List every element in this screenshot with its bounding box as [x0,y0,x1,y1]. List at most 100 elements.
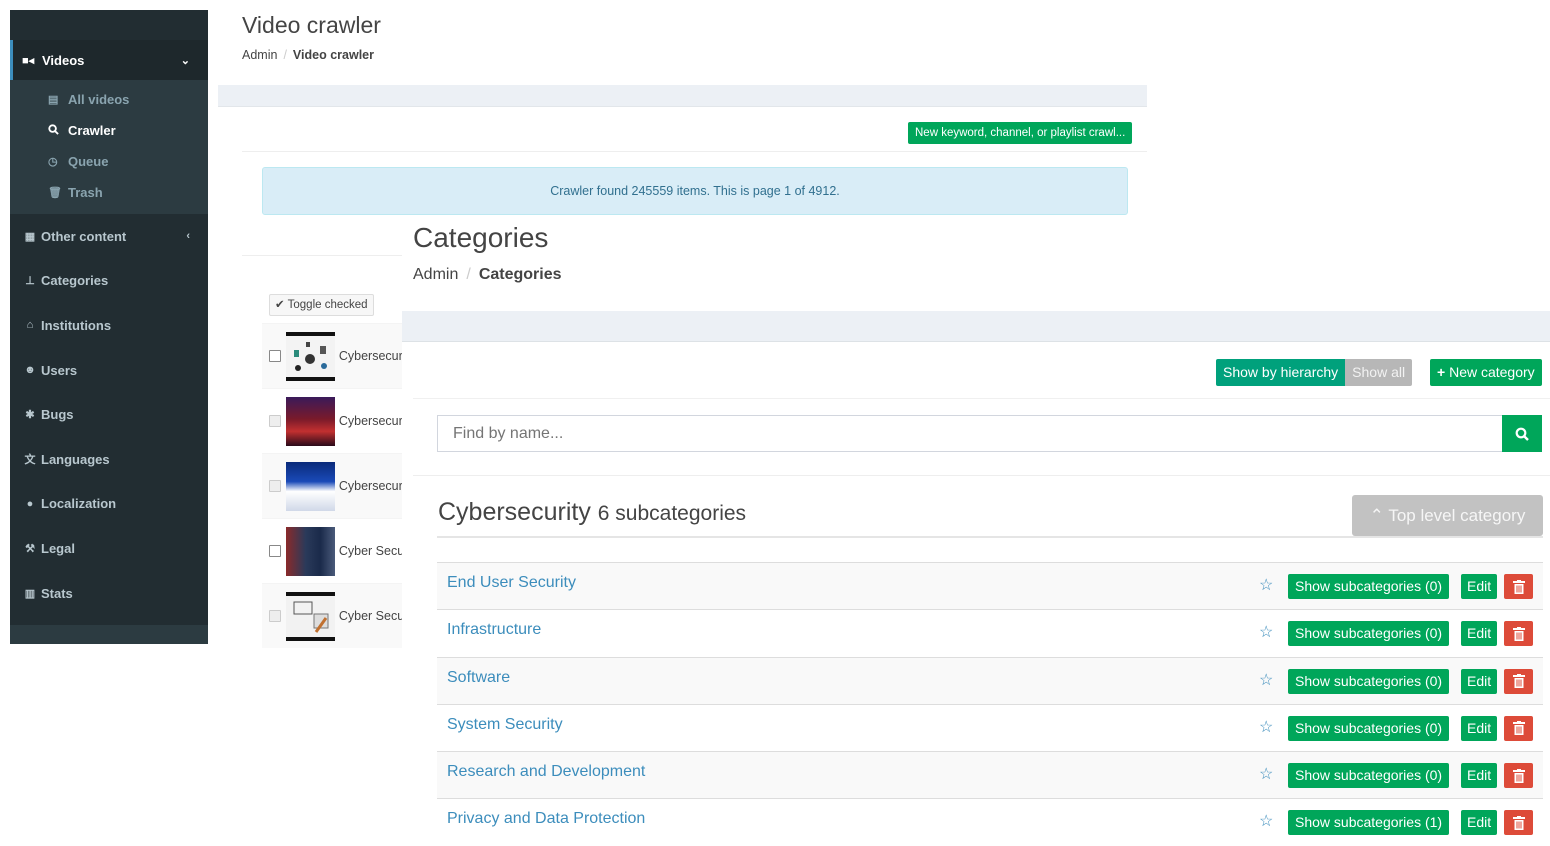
new-category-button[interactable]: + New category [1430,359,1542,386]
sidebar-item-users[interactable]: ☻ Users [10,348,208,393]
sidebar-top-strip [10,10,208,40]
show-subcategories-button[interactable]: Show subcategories (0) [1288,621,1450,647]
category-link[interactable]: Privacy and Data Protection [447,810,645,828]
row-checkbox[interactable] [269,350,281,362]
trash-icon [1512,768,1525,783]
row-checkbox[interactable] [269,545,281,557]
sidebar-item-stats[interactable]: ▥ Stats [10,571,208,616]
category-link[interactable]: End User Security [447,574,576,592]
subcategory-count: 6 subcategories [597,502,747,525]
delete-button[interactable] [1504,810,1533,836]
edit-button[interactable]: Edit [1461,668,1498,694]
trash-icon [1512,674,1525,689]
newspaper-icon: ▦ [24,230,36,243]
category-link[interactable]: Software [447,669,510,687]
edit-button[interactable]: Edit [1461,763,1498,789]
gavel-icon: ⚒ [25,542,35,555]
sidebar-item-languages[interactable]: 文 Languages [10,437,208,482]
divider [413,398,1550,399]
globe-icon: ● [26,497,34,510]
sidebar-item-categories[interactable]: ⊥ Categories [10,259,208,304]
divider [413,475,1550,476]
sidebar: ■◂ Videos ⌄ ▤ All videos Crawler ◷ Queue… [10,10,208,644]
search-input[interactable] [437,415,1503,452]
sidebar-item-legal[interactable]: ⚒ Legal [10,526,208,571]
top-level-category-button[interactable]: ⌃ Top level category [1352,495,1543,536]
users-icon: ☻ [24,364,36,377]
video-title: Cyber Security [338,609,402,623]
list-item[interactable]: Cybersecurity [262,388,402,453]
table-row: Privacy and Data Protection ☆ Show subca… [437,798,1543,846]
star-icon[interactable]: ☆ [1259,622,1273,642]
row-checkbox[interactable] [269,610,281,622]
category-link[interactable]: Research and Development [447,763,645,781]
show-subcategories-button[interactable]: Show subcategories (0) [1288,574,1450,599]
show-subcategories-button[interactable]: Show subcategories (0) [1288,763,1450,789]
delete-button[interactable] [1504,715,1533,741]
chevron-left-icon: ‹ [186,230,190,243]
list-item[interactable]: Cyber Security [262,583,402,648]
crawler-alert: Crawler found 245559 items. This is page… [262,167,1128,215]
parent-category-name: Cybersecurity [438,498,591,526]
toggle-checked-label: Toggle checked [287,299,368,311]
show-by-hierarchy-button[interactable]: Show by hierarchy [1216,359,1346,386]
sidebar-sub-queue[interactable]: ◷ Queue [10,146,208,177]
toggle-checked-button[interactable]: ✔ Toggle checked [269,294,374,316]
sidebar-sub-label: All videos [68,92,130,107]
row-checkbox[interactable] [269,415,281,427]
video-title: Cybersecurity [338,414,402,428]
list-item[interactable]: Cybersecurity [262,323,402,388]
show-subcategories-button[interactable]: Show subcategories (1) [1288,810,1450,836]
breadcrumb-root[interactable]: Admin [413,266,458,283]
delete-button[interactable] [1504,621,1533,647]
edit-button[interactable]: Edit [1461,574,1498,599]
divider [242,255,402,256]
delete-button[interactable] [1504,668,1533,694]
show-subcategories-button[interactable]: Show subcategories (0) [1288,668,1450,694]
star-icon[interactable]: ☆ [1259,670,1273,690]
sidebar-item-label: Users [41,362,78,378]
star-icon[interactable]: ☆ [1259,575,1273,595]
list-item[interactable]: Cyber Security [262,518,402,583]
sidebar-menu: ▦ Other content ‹ ⊥ Categories ⌂ Institu… [10,214,208,626]
video-thumbnail [285,591,335,641]
sidebar-item-localization[interactable]: ● Localization [10,482,208,527]
search-button[interactable] [1502,415,1542,452]
row-checkbox[interactable] [269,480,281,492]
sidebar-sub-crawler[interactable]: Crawler [10,115,208,146]
delete-button[interactable] [1504,574,1533,599]
show-all-button[interactable]: Show all [1345,359,1413,386]
sidebar-item-institutions[interactable]: ⌂ Institutions [10,303,208,348]
content-gray-band [218,85,1147,107]
list-item[interactable]: Cybersecurity [262,453,402,518]
star-icon[interactable]: ☆ [1259,717,1273,737]
breadcrumb-root[interactable]: Admin [242,48,277,62]
breadcrumb-separator: / [466,266,471,283]
delete-button[interactable] [1504,763,1533,789]
chevron-down-icon: ⌄ [180,54,190,67]
sidebar-sub-trash[interactable]: 🗑 Trash [10,177,208,208]
trash-icon: 🗑 [48,187,62,199]
breadcrumb: Admin / Categories [413,266,562,284]
sidebar-sub-all-videos[interactable]: ▤ All videos [10,84,208,115]
sidebar-item-bugs[interactable]: ✱ Bugs [10,392,208,437]
sidebar-item-label: Localization [41,496,117,512]
video-camera-icon: ■◂ [22,54,35,67]
new-category-label: New category [1449,364,1535,380]
video-title: Cybersecurity [338,349,402,363]
breadcrumb: Admin / Video crawler [242,48,374,62]
star-icon[interactable]: ☆ [1259,764,1273,784]
edit-button[interactable]: Edit [1461,715,1498,741]
edit-button[interactable]: Edit [1461,810,1498,836]
crawler-list: Cybersecurity Cybersecurity Cybersecurit… [262,323,402,648]
edit-button[interactable]: Edit [1461,621,1498,647]
show-subcategories-button[interactable]: Show subcategories (0) [1288,715,1450,741]
sidebar-item-other-content[interactable]: ▦ Other content ‹ [10,214,208,259]
new-crawl-button[interactable]: New keyword, channel, or playlist crawl.… [908,122,1133,144]
star-icon[interactable]: ☆ [1259,811,1273,831]
category-link[interactable]: Infrastructure [447,621,541,639]
category-link[interactable]: System Security [447,716,563,734]
bug-icon: ✱ [25,409,35,422]
sidebar-item-videos[interactable]: ■◂ Videos ⌄ [10,40,208,80]
